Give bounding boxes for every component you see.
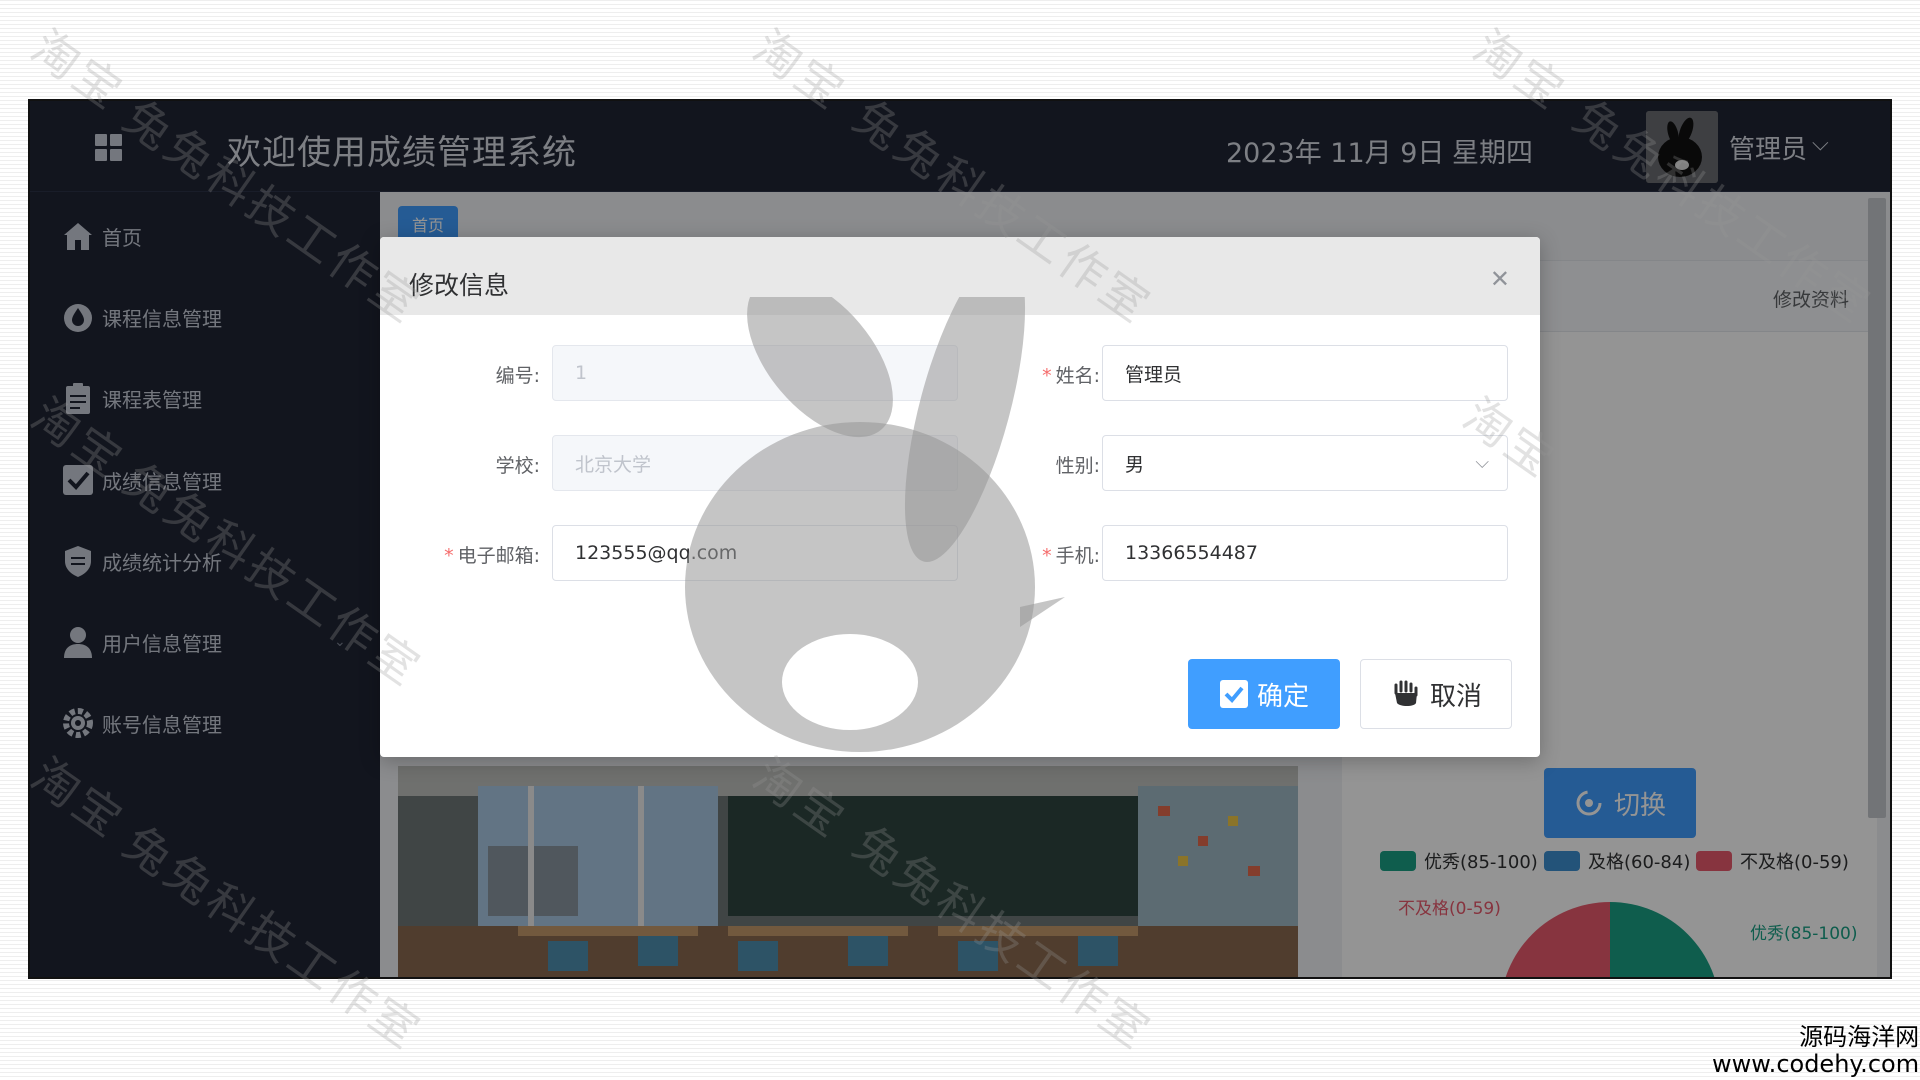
school-field: 北京大学: [552, 435, 958, 491]
name-field[interactable]: 管理员: [1102, 345, 1508, 401]
chevron-down-icon: ⌵: [1475, 452, 1489, 473]
id-field: 1: [552, 345, 958, 401]
dialog-title: 修改信息: [409, 271, 510, 300]
hand-icon: [1394, 680, 1418, 706]
edit-info-dialog: 修改信息 ✕ 编号: 1 * 姓名: 管理员 学校: 北京大学 性别: 男 ⌵ * 电…: [380, 237, 1540, 757]
confirm-label: 确定: [1256, 681, 1309, 712]
site-badge: 源码海洋网 www.codehy.com: [1712, 1024, 1919, 1078]
check-icon: [1219, 680, 1248, 708]
id-label: 编号:: [495, 365, 540, 387]
app-window: 欢迎使用成绩管理系统 2023年 11月 9日 星期四 管理员 ⌵ 首页 课程信…: [30, 101, 1890, 977]
name-label: * 姓名:: [1042, 365, 1100, 387]
cancel-label: 取消: [1429, 681, 1482, 712]
site-badge-name: 源码海洋网: [1799, 1023, 1920, 1051]
school-label: 学校:: [495, 455, 540, 477]
cancel-button[interactable]: 取消: [1360, 659, 1512, 729]
gender-select[interactable]: 男 ⌵: [1102, 435, 1508, 491]
email-label: * 电子邮箱:: [444, 545, 540, 567]
site-badge-url: www.codehy.com: [1712, 1050, 1920, 1078]
confirm-button[interactable]: 确定: [1188, 659, 1340, 729]
gender-label: 性别:: [1055, 455, 1100, 477]
phone-label: * 手机:: [1042, 545, 1100, 567]
phone-field[interactable]: 13366554487: [1102, 525, 1508, 581]
close-icon[interactable]: ✕: [1490, 265, 1510, 293]
dialog-header: 修改信息 ✕: [380, 237, 1540, 315]
email-field[interactable]: 123555@qq.com: [552, 525, 958, 581]
